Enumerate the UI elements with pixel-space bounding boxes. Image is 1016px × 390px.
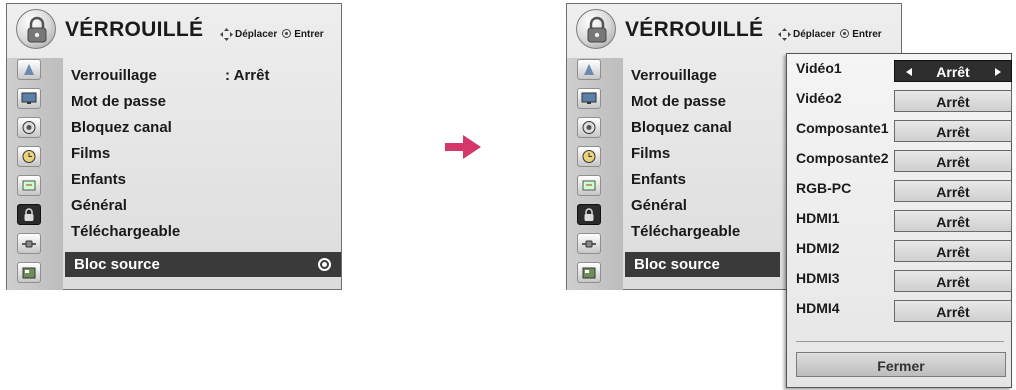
lock-icon[interactable]: [17, 204, 41, 225]
source-label-video2: Vidéo2: [796, 90, 842, 106]
hint-move-label: Déplacer: [793, 29, 836, 41]
menu-item-password[interactable]: Mot de passe: [631, 93, 726, 110]
category-icon-column: [7, 58, 63, 290]
ok-button-icon: [840, 29, 850, 38]
lock-icon[interactable]: [577, 204, 601, 225]
source-value: Arrêt: [936, 214, 970, 230]
picture-icon[interactable]: [577, 88, 601, 109]
move-arrows-icon: [220, 28, 233, 41]
menu-header: VÉRROUILLÉ Déplacer Entrer: [7, 4, 341, 56]
selected-item-label: Bloc source: [634, 256, 720, 273]
close-button-label: Fermer: [877, 358, 925, 374]
source-value: Arrêt: [936, 64, 970, 80]
ok-button-icon: [282, 29, 292, 38]
picture-icon[interactable]: [17, 88, 41, 109]
source-value: Arrêt: [936, 184, 970, 200]
source-toggle-video2[interactable]: Arrêt: [894, 90, 1012, 112]
selected-item-label: Bloc source: [74, 256, 160, 273]
category-icon-column: [567, 58, 623, 290]
move-arrows-icon: [778, 28, 791, 41]
source-label-hdmi4: HDMI4: [796, 300, 840, 316]
source-label-video1: Vidéo1: [796, 60, 842, 76]
transition-arrow-icon: [445, 135, 481, 159]
setup-icon[interactable]: [17, 59, 41, 80]
menu-item-lock-system[interactable]: Verrouillage: [631, 67, 717, 84]
source-toggle-hdmi1[interactable]: Arrêt: [894, 210, 1012, 232]
menu-item-general[interactable]: Général: [631, 197, 687, 214]
nav-hint: Déplacer Entrer: [220, 28, 324, 41]
menu-item-children[interactable]: Enfants: [71, 171, 126, 188]
menu-item-general[interactable]: Général: [71, 197, 127, 214]
source-toggle-video1[interactable]: Arrêt: [894, 60, 1012, 82]
source-value: Arrêt: [936, 154, 970, 170]
setup-icon[interactable]: [577, 59, 601, 80]
source-value: Arrêt: [936, 124, 970, 140]
source-value: Arrêt: [936, 274, 970, 290]
menu-item-block-channel[interactable]: Bloquez canal: [631, 119, 732, 136]
menu-item-children[interactable]: Enfants: [631, 171, 686, 188]
menu-item-downloadable[interactable]: Téléchargeable: [71, 223, 180, 240]
lock-category-icon: [16, 9, 56, 49]
menu-item-movies[interactable]: Films: [631, 145, 670, 162]
divider: [796, 341, 1004, 342]
hint-move-label: Déplacer: [235, 29, 278, 41]
menu-item-input-block-selected[interactable]: Bloc source: [625, 252, 780, 277]
source-label-hdmi3: HDMI3: [796, 270, 840, 286]
source-label-rgb-pc: RGB-PC: [796, 180, 852, 196]
right-arrow-icon[interactable]: [995, 68, 1001, 76]
source-toggle-hdmi3[interactable]: Arrêt: [894, 270, 1012, 292]
nav-hint: Déplacer Entrer: [778, 28, 882, 41]
menu-item-movies[interactable]: Films: [71, 145, 110, 162]
source-value: Arrêt: [936, 304, 970, 320]
menu-item-lock-system[interactable]: Verrouillage: [71, 67, 157, 84]
menu-title: VÉRROUILLÉ: [65, 18, 204, 41]
source-label-component1: Composante1: [796, 120, 889, 136]
hint-enter-label: Entrer: [294, 29, 324, 41]
menu-item-block-channel[interactable]: Bloquez canal: [71, 119, 172, 136]
input-icon[interactable]: [17, 233, 41, 254]
menu-header: VÉRROUILLÉ Déplacer Entrer: [567, 4, 901, 56]
source-value: Arrêt: [936, 244, 970, 260]
hint-enter-label: Entrer: [852, 29, 882, 41]
close-button[interactable]: Fermer: [796, 352, 1006, 377]
usb-icon[interactable]: [17, 262, 41, 283]
option-icon[interactable]: [577, 175, 601, 196]
source-label-hdmi2: HDMI2: [796, 240, 840, 256]
source-label-hdmi1: HDMI1: [796, 210, 840, 226]
menu-item-input-block-selected[interactable]: Bloc source: [65, 252, 341, 277]
source-toggle-hdmi4[interactable]: Arrêt: [894, 300, 1012, 322]
time-icon[interactable]: [17, 146, 41, 167]
source-toggle-rgb-pc[interactable]: Arrêt: [894, 180, 1012, 202]
time-icon[interactable]: [577, 146, 601, 167]
source-value: Arrêt: [936, 94, 970, 110]
option-icon[interactable]: [17, 175, 41, 196]
lock-system-value: : Arrêt: [225, 67, 270, 84]
enter-icon: [318, 258, 331, 271]
menu-item-downloadable[interactable]: Téléchargeable: [631, 223, 740, 240]
lock-menu-before: VÉRROUILLÉ Déplacer Entrer Verrouillage :…: [6, 3, 342, 290]
usb-icon[interactable]: [577, 262, 601, 283]
source-toggle-hdmi2[interactable]: Arrêt: [894, 240, 1012, 262]
source-toggle-component1[interactable]: Arrêt: [894, 120, 1012, 142]
source-toggle-component2[interactable]: Arrêt: [894, 150, 1012, 172]
menu-item-password[interactable]: Mot de passe: [71, 93, 166, 110]
source-label-component2: Composante2: [796, 150, 889, 166]
input-icon[interactable]: [577, 233, 601, 254]
audio-icon[interactable]: [17, 117, 41, 138]
input-block-submenu: Vidéo1 Arrêt Vidéo2 Arrêt Composante1 Ar…: [786, 53, 1012, 388]
audio-icon[interactable]: [577, 117, 601, 138]
lock-category-icon: [576, 9, 616, 49]
menu-title: VÉRROUILLÉ: [625, 18, 764, 41]
